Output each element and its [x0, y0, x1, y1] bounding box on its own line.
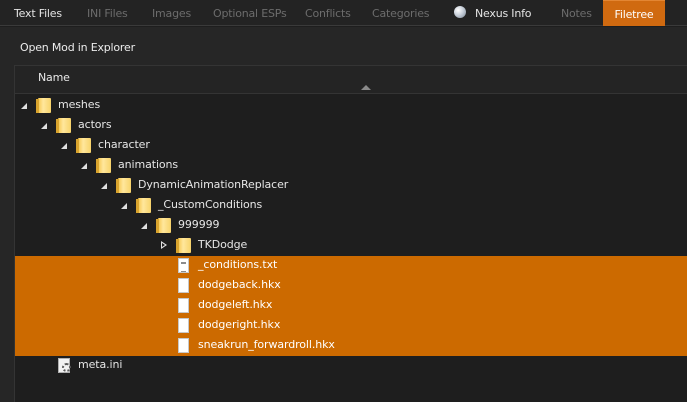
- tree-row-label: _CustomConditions: [158, 198, 263, 211]
- collapse-arrow-icon[interactable]: [41, 123, 47, 129]
- tree-row-folder[interactable]: DynamicAnimationReplacer: [15, 176, 687, 196]
- tree-row-label: actors: [78, 118, 112, 131]
- file-icon: [178, 298, 189, 313]
- file-tree[interactable]: Name meshes actors character animations Dyna…: [14, 65, 687, 402]
- file-icon: [178, 278, 189, 293]
- tab-filetree[interactable]: Filetree: [603, 0, 665, 26]
- tree-row-label: meshes: [58, 98, 101, 111]
- tree-row-folder[interactable]: character: [15, 136, 687, 156]
- folder-icon: [116, 178, 131, 193]
- tree-row-file[interactable]: dodgeback.hkx: [15, 276, 687, 296]
- tab-categories[interactable]: Categories: [372, 0, 429, 26]
- folder-icon: [56, 118, 71, 133]
- tree-row-file[interactable]: meta.ini: [15, 356, 687, 376]
- expand-arrow-icon[interactable]: [161, 241, 167, 249]
- file-icon: [178, 338, 189, 353]
- tree-row-folder[interactable]: actors: [15, 116, 687, 136]
- tree-row-label: dodgeback.hkx: [198, 278, 281, 291]
- collapse-arrow-icon[interactable]: [121, 203, 127, 209]
- collapse-arrow-icon[interactable]: [81, 163, 87, 169]
- tab-nexus-info[interactable]: Nexus Info: [475, 0, 533, 26]
- tab-ini-files[interactable]: INI Files: [87, 0, 131, 26]
- tree-row-label: DynamicAnimationReplacer: [138, 178, 289, 191]
- column-header-label: Name: [38, 71, 70, 84]
- ini-file-icon: [58, 358, 71, 373]
- tree-row-label: dodgeleft.hkx: [198, 298, 273, 311]
- tree-row-file[interactable]: dodgeright.hkx: [15, 316, 687, 336]
- folder-icon: [76, 138, 91, 153]
- tree-row-file[interactable]: _conditions.txt: [15, 256, 687, 276]
- tree-row-label: sneakrun_forwardroll.hkx: [198, 338, 335, 351]
- tree-row-label: animations: [118, 158, 179, 171]
- collapse-arrow-icon[interactable]: [141, 223, 147, 229]
- tree-row-folder[interactable]: TKDodge: [15, 236, 687, 256]
- folder-icon: [156, 218, 171, 233]
- tab-text-files[interactable]: Text Files: [14, 0, 64, 26]
- folder-icon: [96, 158, 111, 173]
- tree-row-label: meta.ini: [78, 358, 123, 371]
- collapse-arrow-icon[interactable]: [61, 143, 67, 149]
- tab-optional-esps[interactable]: Optional ESPs: [213, 0, 287, 26]
- tree-row-folder[interactable]: animations: [15, 156, 687, 176]
- globe-icon: [454, 6, 466, 18]
- tree-row-folder[interactable]: _CustomConditions: [15, 196, 687, 216]
- file-icon: [178, 318, 189, 333]
- tab-conflicts[interactable]: Conflicts: [305, 0, 353, 26]
- sort-ascending-icon: [361, 85, 371, 90]
- column-header-name[interactable]: Name: [15, 66, 687, 94]
- tree-row-label: _conditions.txt: [198, 258, 278, 271]
- folder-icon: [136, 198, 151, 213]
- tree-row-folder[interactable]: meshes: [15, 96, 687, 116]
- collapse-arrow-icon[interactable]: [101, 183, 107, 189]
- tree-row-label: dodgeright.hkx: [198, 318, 281, 331]
- text-file-icon: [178, 258, 189, 273]
- folder-icon: [36, 98, 51, 113]
- tree-row-label: TKDodge: [198, 238, 248, 251]
- collapse-arrow-icon[interactable]: [21, 103, 27, 109]
- tree-row-file[interactable]: sneakrun_forwardroll.hkx: [15, 336, 687, 356]
- tab-images[interactable]: Images: [152, 0, 192, 26]
- tree-row-label: 999999: [178, 218, 220, 231]
- tree-row-label: character: [98, 138, 150, 151]
- tree-row-folder[interactable]: 999999: [15, 216, 687, 236]
- tab-bar: Text Files INI Files Images Optional ESP…: [0, 0, 687, 26]
- folder-icon: [176, 238, 191, 253]
- tab-notes[interactable]: Notes: [561, 0, 592, 26]
- open-mod-in-explorer-button[interactable]: Open Mod in Explorer: [14, 35, 141, 61]
- filetree-panel: Open Mod in Explorer Name meshes actors ch…: [0, 27, 687, 402]
- tree-row-file[interactable]: dodgeleft.hkx: [15, 296, 687, 316]
